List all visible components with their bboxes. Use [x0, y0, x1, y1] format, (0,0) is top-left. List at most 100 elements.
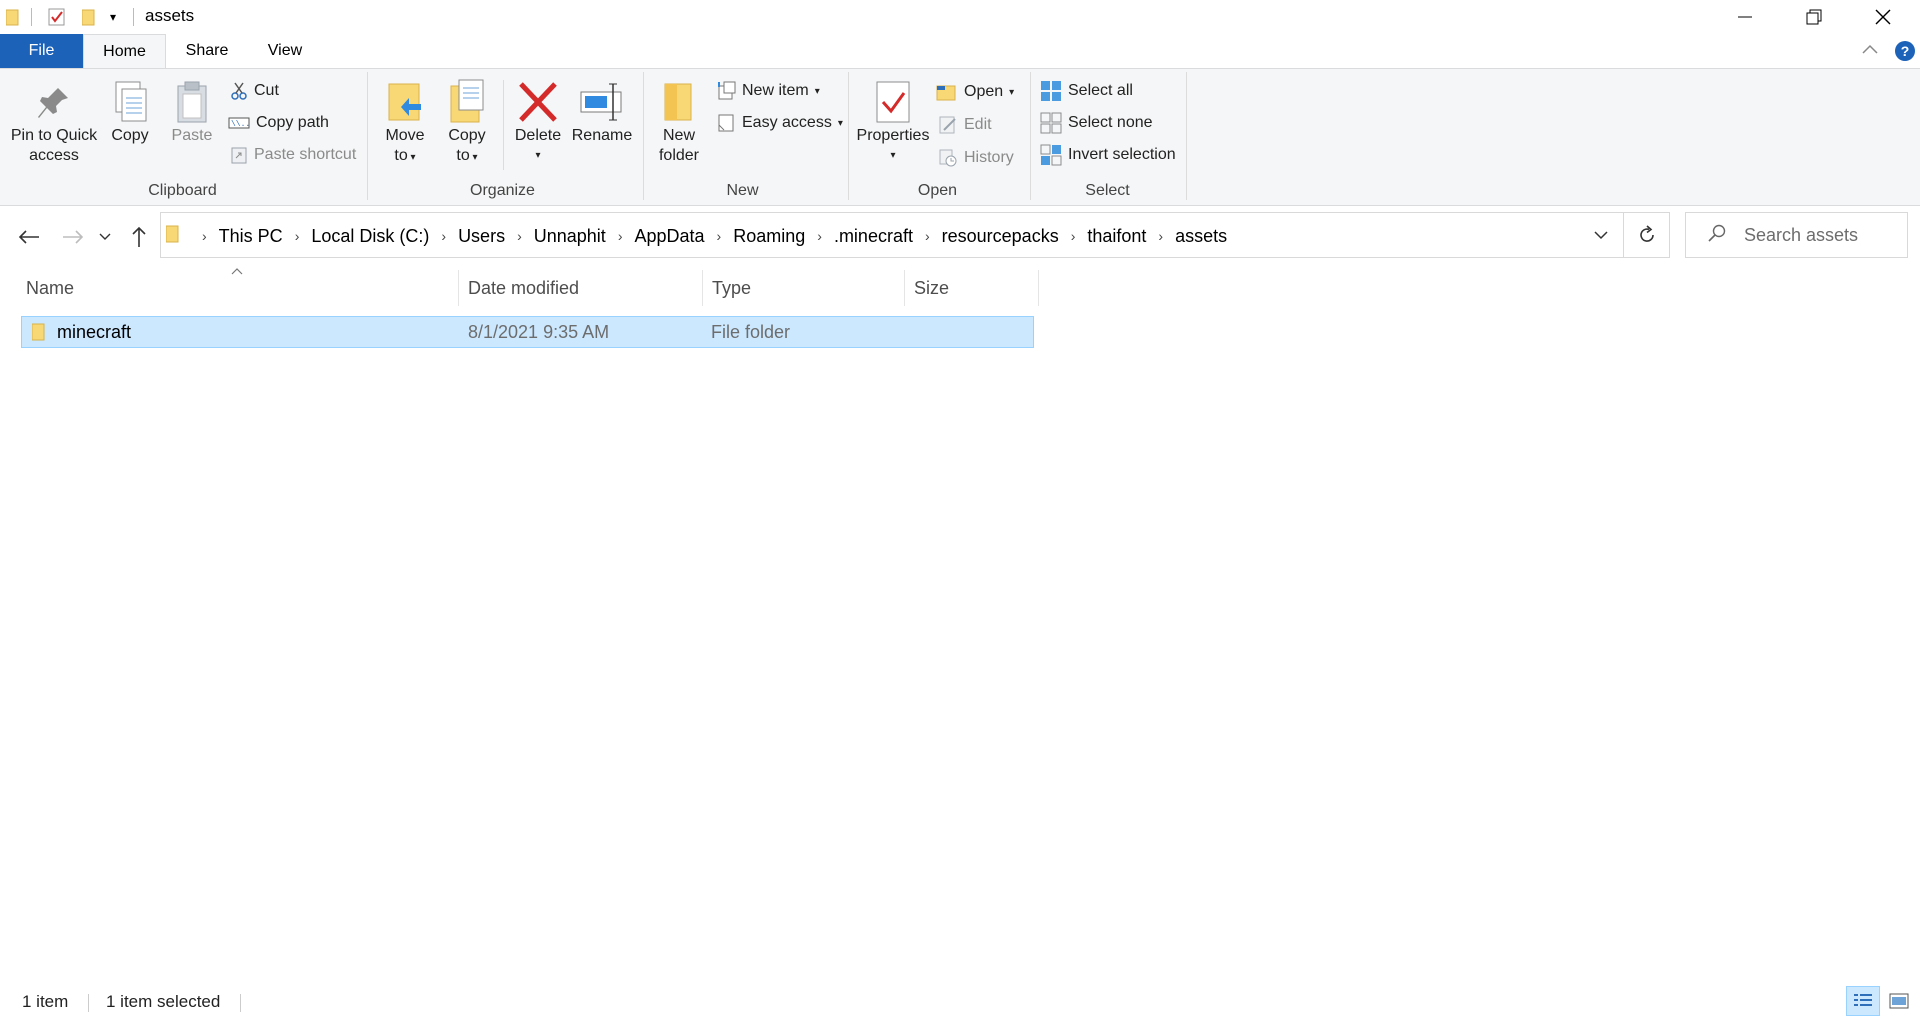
search-box[interactable]: Search assets — [1685, 212, 1908, 258]
breadcrumb-chevron-icon[interactable]: › — [717, 228, 722, 244]
details-view-button[interactable] — [1846, 986, 1880, 1016]
new-item-button[interactable]: New item ▾ — [716, 79, 820, 103]
invert-selection-button[interactable]: Invert selection — [1040, 143, 1176, 167]
breadcrumb-unnaphit[interactable]: Unnaphit — [534, 226, 606, 247]
svg-text:\\..: \\.. — [231, 120, 250, 129]
status-divider — [88, 994, 89, 1012]
file-date-modified: 8/1/2021 9:35 AM — [468, 322, 610, 342]
back-arrow-icon — [18, 230, 39, 244]
copy-to-button[interactable]: Copy to ▾ — [442, 78, 492, 168]
group-label-organize: Organize — [470, 182, 535, 199]
group-label-new: New — [726, 182, 759, 199]
copy-button[interactable]: Copy — [104, 80, 156, 146]
forward-arrow-icon — [63, 230, 84, 244]
breadcrumb-resourcepacks[interactable]: resourcepacks — [942, 226, 1059, 247]
breadcrumb-thaifont[interactable]: thaifont — [1087, 226, 1146, 247]
breadcrumb-chevron-icon[interactable]: › — [441, 228, 446, 244]
breadcrumb-appdata[interactable]: AppData — [634, 226, 704, 247]
history-button[interactable]: History — [938, 146, 1014, 170]
properties-icon — [876, 81, 910, 123]
delete-icon — [519, 82, 557, 122]
breadcrumb-local-disk[interactable]: Local Disk (C:) — [311, 226, 429, 247]
breadcrumb-this-pc[interactable]: This PC — [219, 226, 283, 247]
customize-toolbar-icon[interactable]: ▾ — [110, 10, 116, 24]
recent-locations-button[interactable] — [94, 222, 116, 252]
chevron-down-icon — [99, 233, 111, 240]
breadcrumb-chevron-icon[interactable]: › — [1158, 228, 1163, 244]
column-divider[interactable] — [702, 270, 703, 306]
pin-to-quick-access-button[interactable]: Pin to Quick access — [8, 84, 100, 166]
large-icons-view-icon — [1889, 993, 1909, 1009]
breadcrumb-chevron-icon[interactable]: › — [618, 228, 623, 244]
forward-button[interactable] — [58, 222, 88, 252]
column-header-size[interactable]: Size — [908, 270, 1038, 306]
folder-icon — [5, 8, 20, 31]
group-label-open: Open — [917, 182, 958, 199]
minimize-button[interactable] — [1710, 0, 1779, 34]
tab-view[interactable]: View — [250, 34, 320, 68]
address-dropdown-icon[interactable] — [1594, 227, 1608, 245]
properties-button[interactable]: Properties ▾ — [854, 80, 932, 166]
rename-icon — [580, 83, 622, 121]
folder-icon — [165, 224, 180, 249]
copy-icon — [115, 81, 147, 122]
breadcrumb-users[interactable]: Users — [458, 226, 505, 247]
breadcrumb-chevron-icon[interactable]: › — [517, 228, 522, 244]
edit-button[interactable]: Edit — [938, 113, 992, 137]
refresh-button[interactable] — [1624, 212, 1670, 258]
new-folder-quick-icon[interactable] — [81, 8, 96, 31]
pin-icon — [38, 88, 68, 118]
column-divider[interactable] — [904, 270, 905, 306]
breadcrumb-chevron-icon[interactable]: › — [202, 228, 207, 244]
new-folder-button[interactable]: New folder — [654, 80, 704, 166]
column-header-date-modified[interactable]: Date modified — [462, 270, 702, 306]
status-selected-count: 1 item selected — [106, 992, 221, 1011]
restore-button[interactable] — [1779, 0, 1848, 34]
toolbar-divider — [31, 8, 32, 26]
tab-home[interactable]: Home — [83, 34, 166, 68]
column-header-name[interactable]: Name — [20, 270, 458, 306]
toolbar-divider — [133, 8, 134, 26]
properties-quick-icon[interactable] — [48, 8, 66, 31]
select-all-button[interactable]: Select all — [1040, 79, 1133, 103]
close-button[interactable] — [1848, 0, 1917, 34]
up-button[interactable] — [124, 222, 154, 252]
column-divider[interactable] — [1038, 270, 1039, 306]
breadcrumb-chevron-icon[interactable]: › — [817, 228, 822, 244]
help-icon[interactable]: ? — [1894, 40, 1916, 67]
column-header-type[interactable]: Type — [706, 270, 904, 306]
paste-button[interactable]: Paste — [164, 80, 220, 146]
breadcrumb-chevron-icon[interactable]: › — [295, 228, 300, 244]
status-item-count: 1 item — [22, 992, 69, 1011]
select-none-button[interactable]: Select none — [1040, 111, 1153, 135]
group-divider — [643, 72, 644, 200]
copy-path-button[interactable]: \\.. Copy path — [228, 111, 329, 135]
paste-shortcut-button[interactable]: Paste shortcut — [230, 143, 356, 167]
breadcrumb-minecraft[interactable]: .minecraft — [834, 226, 913, 247]
tab-share[interactable]: Share — [172, 34, 242, 68]
back-button[interactable] — [14, 222, 44, 252]
group-divider — [367, 72, 368, 200]
cut-button[interactable]: Cut — [230, 79, 279, 103]
column-divider[interactable] — [458, 270, 459, 306]
easy-access-button[interactable]: Easy access ▾ — [716, 111, 843, 135]
rename-button[interactable]: Rename — [570, 80, 634, 146]
open-button[interactable]: Open ▾ — [936, 80, 1014, 104]
search-icon — [1708, 224, 1726, 247]
group-divider — [1186, 72, 1187, 200]
move-to-button[interactable]: Move to ▾ — [380, 80, 430, 168]
svg-text:?: ? — [1901, 43, 1910, 59]
large-icons-view-button[interactable] — [1882, 986, 1916, 1016]
group-label-select: Select — [1085, 182, 1130, 199]
breadcrumb-assets[interactable]: assets — [1175, 226, 1227, 247]
tab-file[interactable]: File — [0, 34, 83, 68]
breadcrumb-chevron-icon[interactable]: › — [1071, 228, 1076, 244]
delete-button[interactable]: Delete ▾ — [512, 80, 564, 166]
collapse-ribbon-icon[interactable] — [1862, 42, 1878, 60]
restore-icon — [1806, 9, 1821, 25]
breadcrumb-chevron-icon[interactable]: › — [925, 228, 930, 244]
file-name[interactable]: minecraft — [57, 316, 131, 348]
breadcrumb-roaming[interactable]: Roaming — [733, 226, 805, 247]
new-item-icon — [718, 81, 736, 100]
search-placeholder: Search assets — [1744, 224, 1859, 245]
